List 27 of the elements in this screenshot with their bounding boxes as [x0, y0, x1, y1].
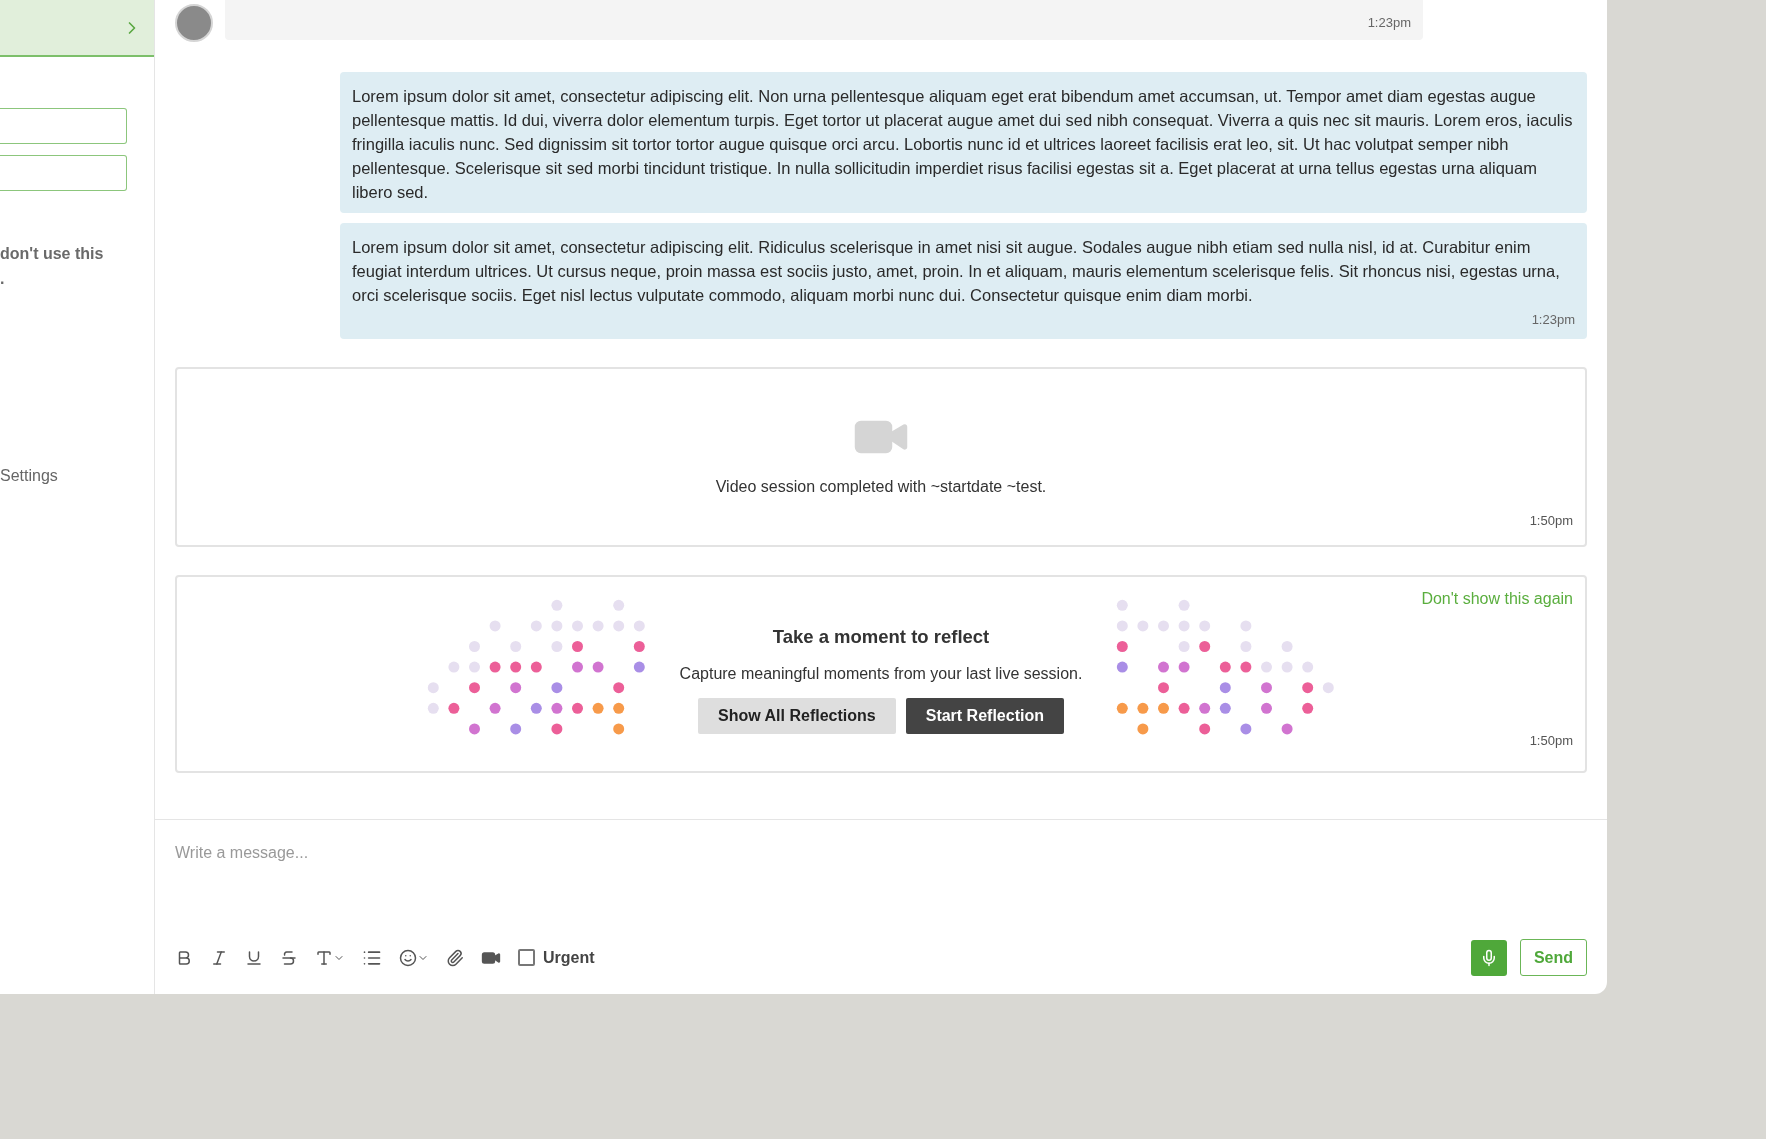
message-text: Lorem ipsum dolor sit amet, consectetur adipiscing elit. Non urna pellentesque aliquam eget erat bibendum amet accumsan, ut. Tempor amet diam egestas augue pellentesque mattis. Id dui, viverra dolor elementum turpis. Eget tortor ut placerat augue amet dui sed nibh consequat. Viverra a quis nec sit mauris. Lorem eros, iaculis fringilla iaculis nunc. Sed dignissim sit tortor tortor augue quisque orci arcu. Lobortis nunc id et ultrices laoreet facilisis erat leo, sit. Ut hac volutpat semper nibh pellentesque. Scelerisque sit sed morbi tincidunt tristique. In nulla sollicitudin imperdiet risus facilisi egestas sit a. Eget placerat at urna tellus egestas urna aliquam libero sed.: [352, 86, 1574, 203]
strikethrough-icon[interactable]: [280, 948, 298, 967]
note-text: don't use this: [0, 244, 104, 264]
message-input[interactable]: Write a message...: [175, 838, 1587, 868]
attach-icon[interactable]: [446, 948, 464, 967]
italic-icon[interactable]: [210, 948, 228, 967]
reflection-title: Take a moment to reflect: [772, 624, 990, 649]
message-text: Lorem ipsum dolor sit amet, consectetur adipiscing elit. Ridiculus scelerisque in amet nisi sit augue. Sodales augue nibh etiam sed nulla nisl, id at. Curabitur enim feugiat interdum ultrices. Ut cursus neque, proin massa est sociis justo, amet, proin. In et aliquam, mauris elementum scelerisque felis. Sit rhoncus nisi, egestas urna, orci scelerisque sociis. Eget nisl lectus vulputate commodo, aliquam morbi nunc dui. Consectetur quisque enim diam morbi.: [352, 237, 1561, 306]
microphone-button[interactable]: [1470, 939, 1507, 976]
urgent-checkbox[interactable]: [518, 949, 535, 966]
text-size-icon[interactable]: [315, 948, 345, 967]
message-time: 1:23pm: [1531, 311, 1575, 329]
avatar: [175, 4, 213, 42]
urgent-label: Urgent: [543, 947, 595, 968]
emoji-icon[interactable]: [399, 948, 429, 967]
session-text: Video session completed with ~startdate ~test.: [715, 476, 1047, 497]
input-field[interactable]: [0, 108, 127, 144]
message-time: 1:23pm: [1367, 13, 1411, 32]
show-reflections-button[interactable]: Show All Reflections: [698, 698, 896, 735]
input-field[interactable]: [0, 155, 127, 191]
message-time: 1:50pm: [1529, 731, 1573, 750]
start-reflection-button[interactable]: Start Reflection: [905, 698, 1064, 735]
underline-icon[interactable]: [245, 948, 263, 967]
settings-link[interactable]: Settings: [0, 464, 58, 488]
reflection-subtitle: Capture meaningful moments from your last live session.: [679, 664, 1083, 685]
note-text: .: [0, 269, 5, 289]
message-time: 1:50pm: [1529, 511, 1573, 530]
